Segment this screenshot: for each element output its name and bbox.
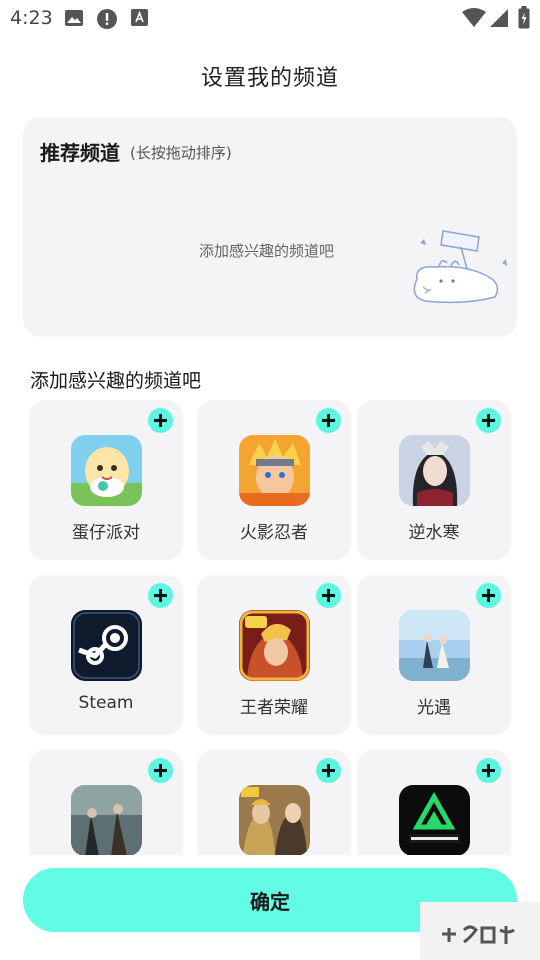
add-icon[interactable] <box>148 408 173 433</box>
photo-icon <box>65 10 83 26</box>
add-icon[interactable] <box>316 408 341 433</box>
add-icon[interactable] <box>476 408 501 433</box>
status-time: 4:23 <box>10 7 53 29</box>
channel-name: 蛋仔派对 <box>72 523 140 543</box>
recommended-channels-panel: 推荐频道 (长按拖动排序) 添加感兴趣的频道吧 <box>23 117 517 337</box>
naruto-icon <box>239 435 310 506</box>
add-icon[interactable] <box>316 758 341 783</box>
channel-card-identity-v[interactable] <box>29 750 183 855</box>
channel-card-pubg-mobile[interactable] <box>197 750 351 855</box>
channel-card-honor-of-kings[interactable]: 王者荣耀 <box>197 575 351 735</box>
channel-name: Steam <box>78 693 134 713</box>
watermark-logo <box>420 902 540 960</box>
signal-icon <box>490 9 508 27</box>
recommended-title: 推荐频道 <box>40 141 120 165</box>
add-icon[interactable] <box>476 583 501 608</box>
channel-name: 王者荣耀 <box>240 698 308 718</box>
honor-of-kings-icon <box>239 610 310 681</box>
channel-name: 火影忍者 <box>240 523 308 543</box>
eggy-party-icon <box>71 435 142 506</box>
alert-icon <box>97 9 117 29</box>
identity-v-icon <box>71 785 142 855</box>
channel-name: 光遇 <box>417 698 451 718</box>
sky-icon <box>399 610 470 681</box>
add-channels-title: 添加感兴趣的频道吧 <box>30 370 202 392</box>
channel-card-eggy-party[interactable]: 蛋仔派对 <box>29 400 183 560</box>
steam-icon <box>71 610 142 681</box>
channel-card-delta-force[interactable] <box>357 750 511 855</box>
channel-card-sky[interactable]: 光遇 <box>357 575 511 735</box>
battery-icon <box>518 6 530 29</box>
status-bar: 4:23 <box>0 0 540 38</box>
recommended-hint: (长按拖动排序) <box>130 144 232 162</box>
empty-bunny-illustration <box>413 230 507 304</box>
add-icon[interactable] <box>148 758 173 783</box>
nishuihan-icon <box>399 435 470 506</box>
page-title: 设置我的频道 <box>200 66 339 91</box>
recommended-empty-text: 添加感兴趣的频道吧 <box>199 242 335 260</box>
delta-force-icon <box>399 785 470 855</box>
channel-grid: 蛋仔派对 火影忍者 逆水寒 Steam 王者荣耀 光遇 <box>0 400 540 855</box>
pubg-mobile-icon <box>239 785 310 855</box>
screen: 4:23 设置我的频道 推荐频道 (长按拖动排序) 添加感兴趣的频道吧 添加感兴… <box>0 0 540 960</box>
add-icon[interactable] <box>316 583 341 608</box>
channel-card-nishuihan[interactable]: 逆水寒 <box>357 400 511 560</box>
channel-name: 逆水寒 <box>408 523 460 543</box>
channel-card-naruto[interactable]: 火影忍者 <box>197 400 351 560</box>
channel-card-steam[interactable]: Steam <box>29 575 183 735</box>
add-icon[interactable] <box>148 583 173 608</box>
add-icon[interactable] <box>476 758 501 783</box>
text-a-icon <box>131 9 148 26</box>
wifi-icon <box>462 8 486 27</box>
